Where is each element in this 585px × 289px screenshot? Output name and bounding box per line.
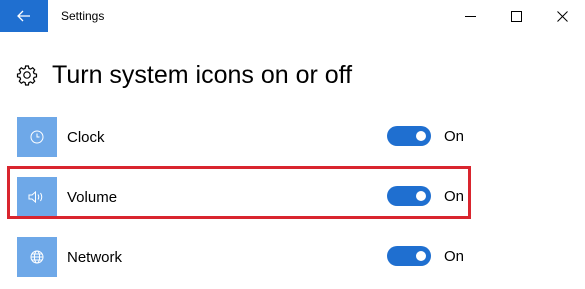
setting-row-clock: Clock On bbox=[0, 117, 585, 161]
page-header: Turn system icons on or off bbox=[16, 58, 352, 92]
minimize-icon bbox=[464, 15, 476, 17]
clock-toggle[interactable] bbox=[387, 126, 431, 146]
clock-label: Clock bbox=[67, 129, 105, 146]
network-globe-icon bbox=[17, 237, 57, 277]
volume-icon bbox=[17, 177, 57, 217]
page-title: Turn system icons on or off bbox=[52, 60, 353, 89]
setting-row-volume: Volume On bbox=[0, 177, 585, 221]
window-title: Settings bbox=[61, 9, 105, 23]
title-bar: Settings bbox=[0, 0, 585, 32]
clock-toggle-state: On bbox=[444, 128, 465, 145]
back-arrow-icon bbox=[17, 10, 30, 22]
network-label: Network bbox=[67, 249, 123, 266]
setting-row-network: Network On bbox=[0, 237, 585, 281]
network-toggle-state: On bbox=[444, 248, 465, 265]
toggle-knob bbox=[416, 251, 426, 261]
maximize-icon bbox=[510, 10, 522, 22]
close-button[interactable] bbox=[539, 0, 585, 32]
toggle-knob bbox=[416, 191, 426, 201]
gear-icon bbox=[16, 64, 38, 86]
toggle-knob bbox=[416, 131, 426, 141]
back-button[interactable] bbox=[0, 0, 48, 32]
close-icon bbox=[556, 10, 568, 22]
volume-toggle[interactable] bbox=[387, 186, 431, 206]
volume-label: Volume bbox=[67, 189, 118, 206]
network-toggle[interactable] bbox=[387, 246, 431, 266]
clock-icon bbox=[17, 117, 57, 157]
minimize-button[interactable] bbox=[447, 0, 493, 32]
volume-toggle-state: On bbox=[444, 188, 465, 205]
maximize-button[interactable] bbox=[493, 0, 539, 32]
